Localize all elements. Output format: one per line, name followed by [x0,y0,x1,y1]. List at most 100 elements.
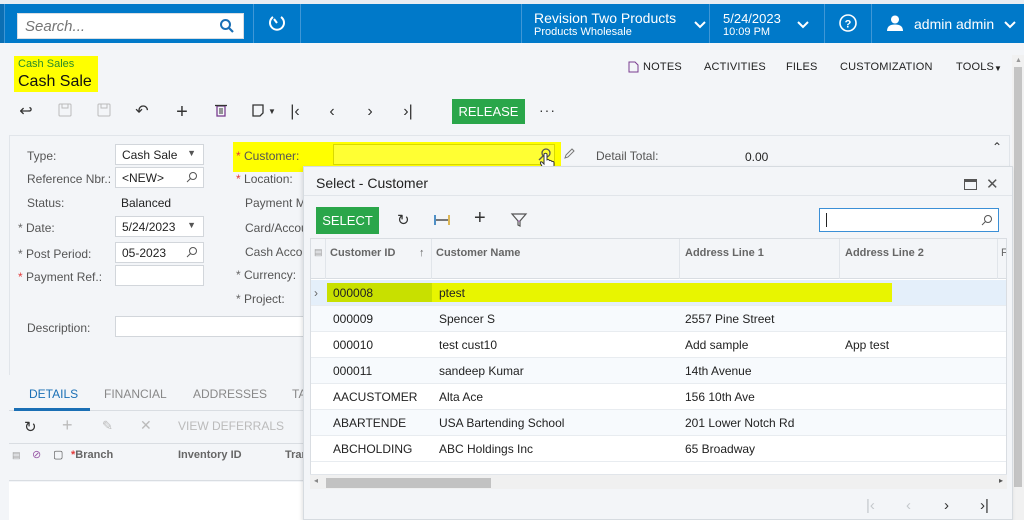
reference-nbr-field[interactable]: <NEW> [115,167,204,188]
customer-id-cell[interactable]: 000010 [333,338,373,352]
grid-header: ▤ Customer ID ↑ Customer Name Address Li… [311,239,1006,279]
table-row[interactable]: › 000008 ptest [311,280,1006,306]
refresh-icon[interactable]: ↻ [24,418,37,436]
dialog-search-input[interactable] [819,208,999,232]
type-select[interactable]: Cash Sale ▼ [115,144,204,165]
save-close-icon[interactable] [56,103,74,121]
customer-id-cell[interactable]: ABCHOLDING [333,442,412,456]
table-row[interactable]: 000011 sandeep Kumar 14th Avenue [311,358,1006,384]
tab-details[interactable]: DETAILS [29,387,78,401]
reference-nbr-value: <NEW> [122,171,165,185]
last-page-icon[interactable]: ›| [980,497,989,514]
company-selector[interactable]: Revision Two Products Products Wholesale [522,4,710,43]
customer-id-cell[interactable]: ABARTENDE [333,416,406,430]
column-config-icon[interactable]: ▤ [314,247,323,258]
scroll-right-icon[interactable]: ▸ [999,476,1003,485]
detail-total-label: Detail Total: [596,149,659,163]
last-record-icon[interactable]: ›| [399,103,417,121]
edit-icon[interactable]: ✎ [102,418,113,434]
release-button[interactable]: RELEASE [452,99,525,124]
history-icon[interactable] [267,13,287,33]
search-icon[interactable] [981,214,993,226]
help-icon[interactable]: ? [838,13,858,33]
previous-page-icon[interactable]: ‹ [906,497,911,514]
files-link[interactable]: FILES [786,61,818,73]
column-address-line-2[interactable]: Address Line 2 [845,247,924,259]
table-row[interactable]: 000010 test cust10 Add sample App test [311,332,1006,358]
breadcrumb[interactable]: Cash Sales [18,58,74,70]
row-indicator-icon: › [314,286,318,300]
close-icon[interactable]: ✕ [986,175,999,193]
page-scrollbar[interactable]: ▲ [1012,55,1024,520]
search-icon[interactable] [186,171,198,183]
scrollbar-thumb[interactable] [1014,67,1022,487]
undo-icon[interactable]: ↶ [133,103,151,121]
next-record-icon[interactable]: › [361,103,379,121]
caret-down-icon[interactable]: ▼ [263,103,281,121]
maximize-icon[interactable] [964,179,977,190]
customer-id-cell[interactable]: 000008 [333,286,373,300]
truncated-cell [1006,419,1007,426]
customer-id-cell[interactable]: 000009 [333,312,373,326]
column-branch[interactable]: *Branch [71,449,113,461]
chevron-down-icon [694,21,706,29]
add-icon[interactable]: + [474,207,492,229]
save-icon[interactable] [95,103,113,121]
column-customer-id[interactable]: Customer ID [330,247,395,259]
caret-down-icon: ▼ [187,220,196,230]
delete-row-icon[interactable]: ✕ [140,417,152,434]
scrollbar-thumb[interactable] [326,478,491,488]
table-row[interactable]: 000009 Spencer S 2557 Pine Street [311,306,1006,332]
first-record-icon[interactable]: |‹ [286,103,304,121]
post-period-field[interactable]: 05-2023 [115,242,204,263]
customer-id-cell[interactable]: 000011 [333,364,372,378]
payment-ref-field[interactable] [115,265,204,286]
date-field[interactable]: 5/24/2023 ▼ [115,216,204,237]
back-icon[interactable]: ↩ [17,103,35,121]
more-actions-button[interactable]: ··· [539,102,556,118]
location-label: * Location: [236,172,293,186]
divider [304,195,1012,196]
table-row[interactable]: ABARTENDE USA Bartending School 201 Lowe… [311,410,1007,436]
tools-menu[interactable]: TOOLS [956,61,994,73]
collapse-icon[interactable]: ⌃ [992,140,1002,154]
filter-icon[interactable] [510,211,528,229]
fit-columns-icon[interactable] [433,211,451,229]
notes-link[interactable]: NOTES [643,61,682,73]
customer-id-cell[interactable]: AACUSTOMER [333,390,417,404]
customization-link[interactable]: CUSTOMIZATION [840,61,933,73]
tab-addresses[interactable]: ADDRESSES [193,387,267,401]
column-config-icon[interactable]: ▤ [12,450,21,461]
customer-field[interactable] [333,144,555,165]
refresh-icon[interactable]: ↻ [397,211,415,229]
description-field[interactable] [115,316,305,337]
global-search[interactable] [17,13,244,39]
search-input[interactable] [18,14,208,38]
column-customer-name[interactable]: Customer Name [436,247,520,259]
table-row[interactable]: ABCHOLDING ABC Holdings Inc 65 Broadway [311,436,1006,462]
select-button[interactable]: SELECT [316,207,379,234]
active-tab-indicator [14,408,90,411]
previous-record-icon[interactable]: ‹ [323,103,341,121]
search-icon[interactable] [219,18,235,34]
add-row-icon[interactable]: + [62,415,73,436]
add-icon[interactable]: + [173,102,191,122]
activities-link[interactable]: ACTIVITIES [704,61,766,73]
column-address-line-1[interactable]: Address Line 1 [685,247,764,259]
delete-icon[interactable] [212,103,230,121]
edit-icon[interactable] [563,148,575,160]
column-more[interactable]: F [1001,247,1006,259]
horizontal-scrollbar[interactable]: ◂ ▸ [310,474,1007,489]
scroll-left-icon[interactable]: ◂ [314,476,318,485]
view-deferrals-button[interactable]: VIEW DEFERRALS [178,419,284,433]
first-page-icon[interactable]: |‹ [866,497,875,514]
user-menu[interactable]: admin admin [872,4,1024,43]
next-page-icon[interactable]: › [944,497,949,514]
tab-financial[interactable]: FINANCIAL [104,387,167,401]
chevron-down-icon [797,21,809,29]
business-date-selector[interactable]: 5/24/2023 10:09 PM [710,4,824,43]
scroll-up-icon[interactable]: ▲ [1015,57,1022,64]
table-row[interactable]: AACUSTOMER Alta Ace 156 10th Ave [311,384,1006,410]
column-inventory-id[interactable]: Inventory ID [178,449,242,461]
search-icon[interactable] [186,246,198,258]
